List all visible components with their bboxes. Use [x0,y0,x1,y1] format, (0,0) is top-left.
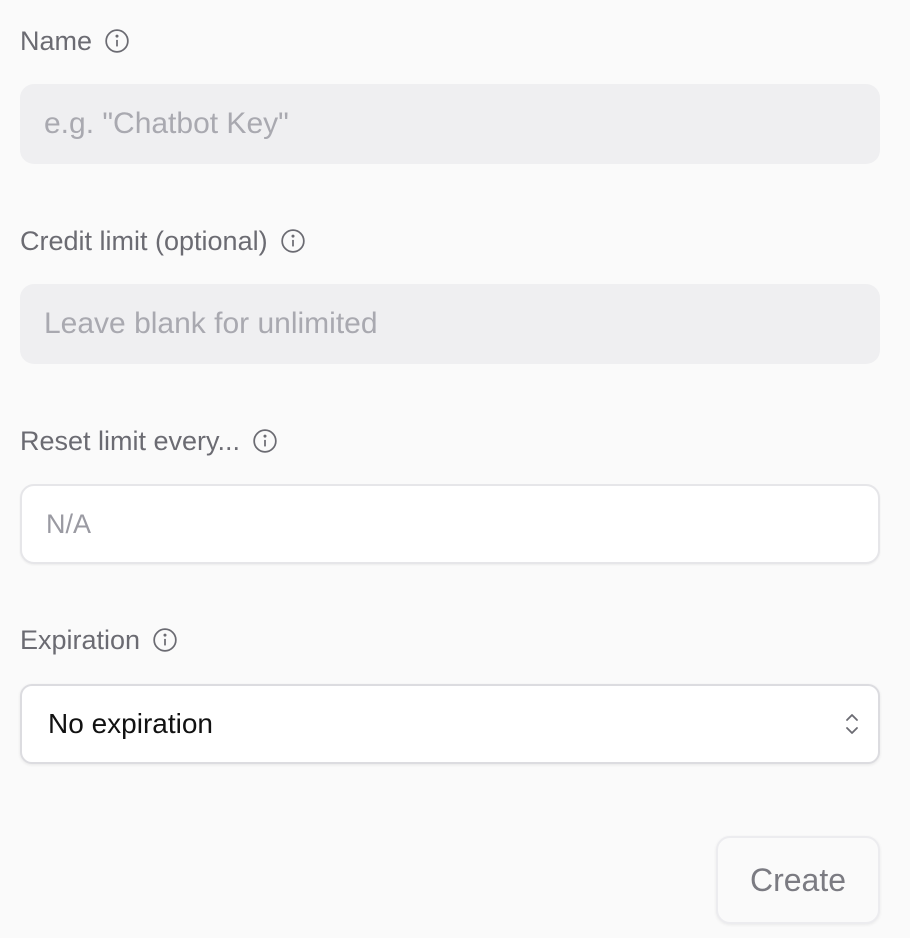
reset-limit-label: Reset limit every... [20,425,241,456]
expiration-label-row: Expiration [20,624,178,655]
name-label: Name [20,25,93,56]
reset-limit-label-row: Reset limit every... [20,425,278,456]
expiration-label: Expiration [20,624,141,655]
credit-limit-label-row: Credit limit (optional) [20,225,306,256]
name-input[interactable] [20,84,880,164]
credit-limit-input[interactable] [20,284,880,364]
credit-limit-label: Credit limit (optional) [20,225,268,256]
create-button[interactable]: Create [716,836,880,924]
info-icon[interactable] [252,428,278,454]
info-icon[interactable] [280,228,306,254]
name-label-row: Name [20,25,130,56]
expiration-selected-value: No expiration [48,708,213,739]
chevron-up-down-icon [842,709,862,739]
info-icon[interactable] [152,627,178,653]
reset-limit-input[interactable] [20,484,880,564]
expiration-select[interactable]: No expiration [20,684,880,764]
info-icon[interactable] [104,28,130,54]
